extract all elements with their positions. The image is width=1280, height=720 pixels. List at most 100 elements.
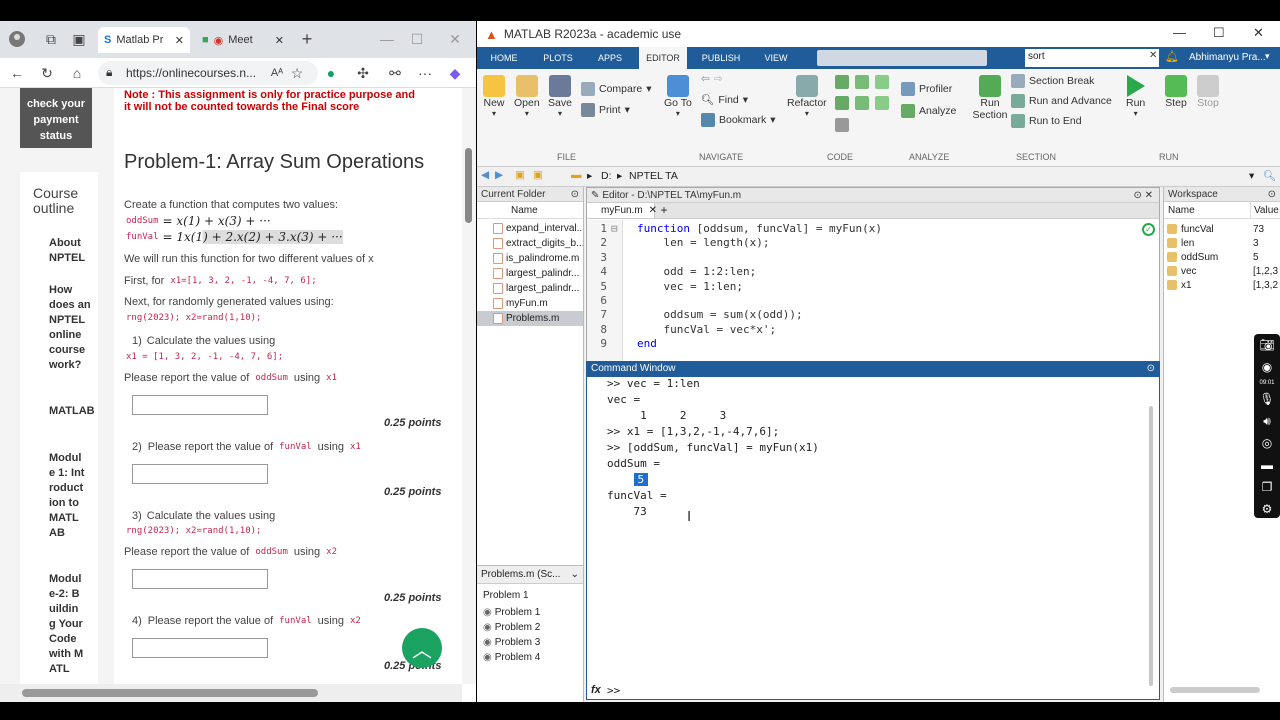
microphone-icon[interactable]: 🎙︎ xyxy=(1254,388,1280,410)
variable-row[interactable]: len 3 xyxy=(1164,236,1280,250)
extensions-icon[interactable]: ✣ xyxy=(354,64,372,82)
grammarly-icon[interactable]: ● xyxy=(322,64,340,82)
variable-row[interactable]: oddSum 5 xyxy=(1164,250,1280,264)
maximize-icon[interactable]: ☐ xyxy=(408,30,426,48)
file-item[interactable]: expand_interval... xyxy=(493,221,583,236)
file-item-selected[interactable]: Problems.m xyxy=(477,311,583,326)
tab-view[interactable]: VIEW xyxy=(755,47,797,69)
variable-row[interactable]: funcVal 73 xyxy=(1164,222,1280,236)
close-icon[interactable]: ✕ xyxy=(175,34,184,47)
step-button[interactable]: Step xyxy=(1165,75,1187,109)
open-button[interactable]: Open ▾ xyxy=(514,75,540,118)
fx-icon[interactable]: fx xyxy=(591,684,601,696)
value-column-header[interactable]: Value xyxy=(1250,202,1279,218)
up-folder-icon[interactable]: ▣ xyxy=(515,169,525,181)
code-tools-grid[interactable] xyxy=(835,75,889,135)
answer-input-3[interactable] xyxy=(132,569,268,589)
uncomment-icon[interactable] xyxy=(875,96,889,111)
add-tab-icon[interactable]: + xyxy=(655,203,673,218)
name-column-header[interactable]: Name xyxy=(1164,202,1250,218)
webcam-icon[interactable]: ◎ xyxy=(1254,432,1280,454)
copilot-icon[interactable]: ◆ xyxy=(446,64,464,82)
pane-menu-icon[interactable]: ⊙ xyxy=(1147,363,1155,376)
clear-search-icon[interactable]: ✕ xyxy=(1149,50,1157,61)
wrap-icon[interactable] xyxy=(875,75,889,89)
save-button[interactable]: Save ▾ xyxy=(548,75,572,118)
pane-menu-icon[interactable]: ⊙ ✕ xyxy=(1133,190,1153,201)
name-column-header[interactable]: Name xyxy=(477,202,583,219)
notification-bell-icon[interactable]: 🔔︎ xyxy=(1165,50,1179,63)
browse-folder-icon[interactable]: ▣ xyxy=(533,169,543,181)
back-forward-buttons[interactable]: ⇦ ⇨ xyxy=(701,73,723,85)
forward-arrow-icon[interactable]: ▶ xyxy=(495,169,503,181)
tab-home[interactable]: HOME xyxy=(481,47,527,69)
path-segment[interactable]: D: xyxy=(601,170,612,182)
stop-button[interactable]: Stop xyxy=(1197,75,1219,109)
problem-item[interactable]: ◉ Problem 2 xyxy=(483,620,583,635)
minimize-icon[interactable]: — xyxy=(378,30,396,48)
pane-menu-icon[interactable]: ⊙ xyxy=(571,189,579,200)
record-icon[interactable]: ◉ xyxy=(1254,356,1280,378)
file-item[interactable]: largest_palindr... xyxy=(493,266,583,281)
file-item[interactable]: myFun.m xyxy=(493,296,583,311)
run-to-end-button[interactable]: Run to End xyxy=(1011,114,1082,128)
answer-input-4[interactable] xyxy=(132,638,268,658)
window-icon[interactable]: ❐ xyxy=(1254,476,1280,498)
back-arrow-icon[interactable]: ◀ xyxy=(481,169,489,181)
tab-matlab[interactable]: S Matlab Pr ✕ xyxy=(98,27,190,53)
dropdown-icon[interactable]: ▾ xyxy=(1249,170,1254,182)
vertical-scrollbar[interactable] xyxy=(462,88,476,684)
maximize-icon[interactable]: ☐ xyxy=(1213,25,1225,41)
close-window-icon[interactable]: ✕ xyxy=(1253,25,1264,41)
close-window-icon[interactable]: ✕ xyxy=(446,30,464,48)
insert-icon[interactable] xyxy=(835,96,849,111)
file-item[interactable]: extract_digits_b... xyxy=(493,236,583,251)
tab-meet[interactable]: ■ ◉ Meet ✕ xyxy=(196,27,290,53)
file-item[interactable]: is_palindrome.m xyxy=(493,251,583,266)
fx-icon[interactable] xyxy=(855,96,869,111)
dropdown-icon[interactable]: ▾ xyxy=(1265,51,1270,62)
quick-access-toolbar[interactable] xyxy=(817,50,987,66)
tab-editor[interactable]: EDITOR xyxy=(639,47,687,69)
path-segment[interactable]: NPTEL TA xyxy=(629,170,678,182)
workspace-scrollbar[interactable] xyxy=(1170,687,1260,693)
problems-header[interactable]: Problems.m (Sc... ⌄ xyxy=(477,566,583,584)
read-aloud-icon[interactable]: Aᴬ xyxy=(268,64,286,82)
outline-item[interactable]: Module 1: Introduction to MATLAB xyxy=(49,451,85,541)
variable-row[interactable]: x1 [1,3,2 xyxy=(1164,278,1280,292)
indent-icon[interactable] xyxy=(855,75,869,89)
analyze-button[interactable]: Analyze xyxy=(901,104,956,118)
workspaces-icon[interactable]: ⧉ xyxy=(42,30,60,48)
goto-button[interactable]: Go To ▾ xyxy=(664,75,692,118)
close-icon[interactable]: ✕ xyxy=(275,34,284,47)
outline-item[interactable]: How does an NPTEL online course work? xyxy=(49,283,93,373)
favorite-icon[interactable]: ☆ xyxy=(288,64,306,82)
find-button[interactable]: 🔍︎ Find ▾ xyxy=(701,93,748,107)
refresh-icon[interactable]: ↻ xyxy=(38,64,56,82)
home-icon[interactable]: ⌂ xyxy=(68,64,86,82)
camera-icon[interactable]: 📷︎ xyxy=(1254,334,1280,356)
pane-menu-icon[interactable]: ⊙ xyxy=(1268,189,1276,200)
outline-item[interactable]: MATLAB xyxy=(49,404,95,419)
refactor-button[interactable]: Refactor ▾ xyxy=(787,75,827,118)
new-button[interactable]: New ▾ xyxy=(483,75,505,118)
scroll-top-button[interactable]: ︿ xyxy=(402,628,442,668)
comment-icon[interactable] xyxy=(835,75,849,89)
gear-icon[interactable]: ⚙ xyxy=(1254,498,1280,520)
pause-icon[interactable]: ▬ xyxy=(1254,454,1280,476)
compare-button[interactable]: Compare ▾ xyxy=(581,82,651,96)
command-output[interactable]: >> vec = 1:len vec = 1 2 3 >> x1 = [1,3,… xyxy=(607,376,1147,520)
scroll-thumb[interactable] xyxy=(22,689,318,697)
tab-myfun[interactable]: myFun.m ✕ xyxy=(587,203,657,218)
profile-icon[interactable] xyxy=(8,30,26,48)
tab-plots[interactable]: PLOTS xyxy=(535,47,581,69)
answer-input-2[interactable] xyxy=(132,464,268,484)
print-button[interactable]: Print ▾ xyxy=(581,103,630,117)
run-advance-button[interactable]: Run and Advance xyxy=(1011,94,1112,108)
search-input[interactable]: sort xyxy=(1025,49,1159,67)
bookmark-button[interactable]: Bookmark ▾ xyxy=(701,113,776,127)
tab-apps[interactable]: APPS xyxy=(587,47,633,69)
cmd-scrollbar[interactable] xyxy=(1149,406,1153,686)
tab-actions-icon[interactable]: ▣ xyxy=(70,30,88,48)
outline-item[interactable]: Module-2: Building Your Code with MATL xyxy=(49,572,85,702)
